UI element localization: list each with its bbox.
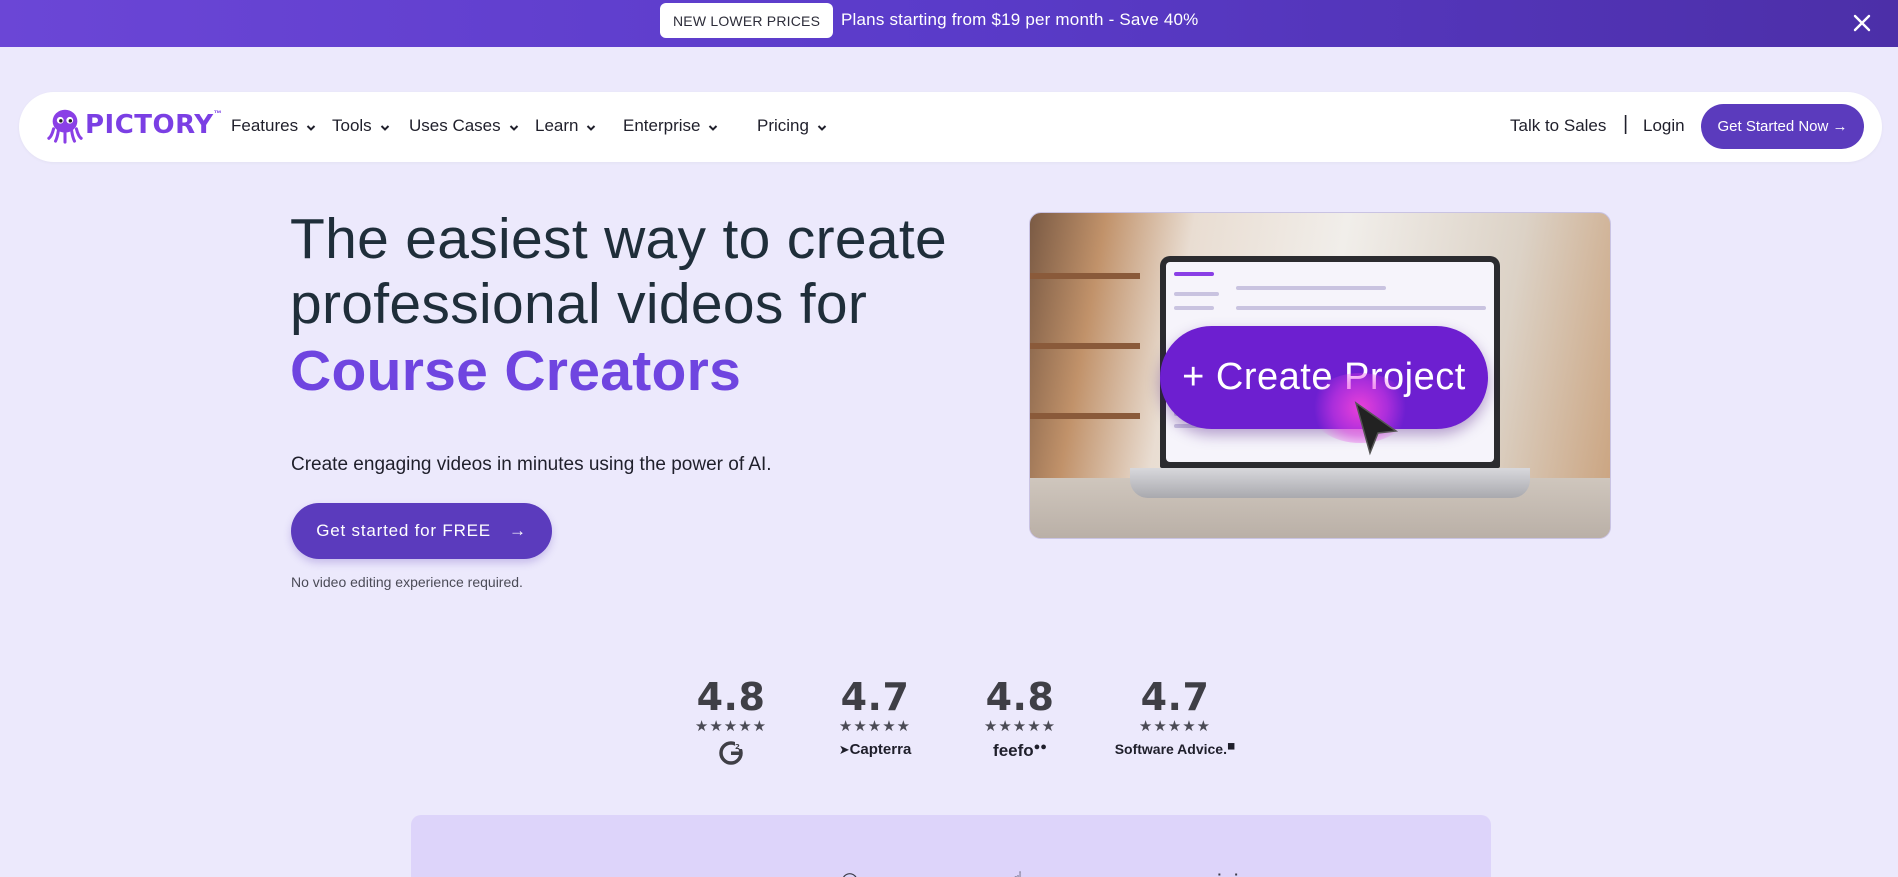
svg-text:2: 2 xyxy=(735,743,740,751)
dots-icon: ⁘⁘ xyxy=(1211,867,1245,877)
nav-item-use-cases[interactable]: Uses Cases xyxy=(409,116,519,136)
software-advice-logo: Software Advice.◼ xyxy=(1100,741,1250,757)
pictory-logo[interactable]: PICTORY ™ xyxy=(46,106,222,144)
rating-score: 4.7 xyxy=(840,675,910,719)
brand-name: feefo xyxy=(993,741,1034,760)
octopus-logo-icon xyxy=(47,109,83,144)
ui-line xyxy=(1174,306,1214,310)
arrow-right-icon: → xyxy=(508,521,527,540)
chevron-down-icon xyxy=(306,125,316,131)
star-rating-icon: ★★★★★ xyxy=(694,718,768,735)
nav-item-features[interactable]: Features xyxy=(231,116,316,136)
nav-item-learn[interactable]: Learn xyxy=(535,116,596,136)
capterra-arrow-icon: ➤ xyxy=(838,742,850,757)
cta-label: Get started for FREE xyxy=(316,521,491,540)
get-started-free-button[interactable]: Get started for FREE → xyxy=(291,503,552,559)
ui-line xyxy=(1236,306,1486,310)
hero-title-line-2: professional videos for xyxy=(290,272,868,336)
nav-item-tools[interactable]: Tools xyxy=(332,116,390,136)
rating-software-advice[interactable]: 4.7 ★★★★★ Software Advice.◼ xyxy=(1100,675,1250,757)
hero-title: The easiest way to create professional v… xyxy=(290,207,1010,404)
rating-score: 4.8 xyxy=(985,675,1055,719)
star-rating-icon: ★★★★★ xyxy=(1138,718,1212,735)
nav-item-label: Tools xyxy=(332,116,372,135)
chevron-down-icon xyxy=(587,125,596,131)
feature-panel: ◠ ☝ ⁘⁘ xyxy=(411,815,1491,877)
ui-line xyxy=(1174,272,1214,276)
announcement-banner: NEW LOWER PRICES Plans starting from $19… xyxy=(0,0,1898,47)
hero-subtitle: Create engaging videos in minutes using … xyxy=(291,454,772,475)
rating-g2[interactable]: 4.8 ★★★★★ 2 xyxy=(676,675,786,769)
nav-item-enterprise[interactable]: Enterprise xyxy=(623,116,718,136)
close-icon[interactable] xyxy=(1848,9,1876,37)
get-started-now-button[interactable]: Get Started Now → xyxy=(1701,104,1864,149)
shelf-decoration xyxy=(1030,273,1140,279)
banner-text[interactable]: Plans starting from $19 per month - Save… xyxy=(841,10,1198,30)
rating-score: 4.7 xyxy=(1140,675,1210,719)
rating-capterra[interactable]: 4.7 ★★★★★ ➤Capterra xyxy=(820,675,930,758)
nav-item-label: Features xyxy=(231,116,299,135)
nav-item-pricing[interactable]: Pricing xyxy=(757,116,827,136)
ui-line xyxy=(1236,286,1386,290)
g2-icon: 2 xyxy=(719,741,743,765)
chevron-down-icon xyxy=(817,125,827,131)
hero-title-line-1: The easiest way to create xyxy=(290,207,947,271)
laptop-base xyxy=(1130,468,1530,498)
hero-title-accent: Course Creators xyxy=(290,339,742,403)
trademark-mark: ™ xyxy=(213,108,222,118)
nav-item-label: Uses Cases xyxy=(409,116,501,135)
brand-name: Software Advice. xyxy=(1114,741,1227,757)
rating-score: 4.8 xyxy=(696,675,766,719)
feefo-logo: feefo●● xyxy=(965,741,1075,761)
hero-note: No video editing experience required. xyxy=(291,574,523,590)
talk-to-sales-link[interactable]: Talk to Sales xyxy=(1510,116,1606,136)
nav-item-label: Pricing xyxy=(757,116,809,135)
logo-wordmark: PICTORY xyxy=(85,110,214,140)
rating-feefo[interactable]: 4.8 ★★★★★ feefo●● xyxy=(965,675,1075,761)
g2-logo: 2 xyxy=(676,741,786,769)
ui-line xyxy=(1174,292,1219,296)
speech-bubble-icon: ◼ xyxy=(1226,741,1236,752)
chevron-down-icon xyxy=(380,125,389,131)
login-link[interactable]: Login xyxy=(1643,116,1685,136)
shelf-decoration xyxy=(1030,413,1140,419)
nav-item-label: Enterprise xyxy=(623,116,701,135)
banner-badge[interactable]: NEW LOWER PRICES xyxy=(660,3,834,38)
mouse-pointer-icon xyxy=(1354,401,1399,456)
shelf-decoration xyxy=(1030,343,1140,349)
main-nav: PICTORY ™ Features Tools Uses Cases Lear… xyxy=(19,92,1882,162)
brand-name: Capterra xyxy=(849,741,912,758)
star-rating-icon: ★★★★★ xyxy=(983,718,1057,735)
hand-icon: ☝ xyxy=(1011,867,1023,877)
circle-icon: ◠ xyxy=(841,867,858,877)
nav-item-label: Learn xyxy=(535,116,579,135)
chevron-down-icon xyxy=(509,125,518,131)
star-rating-icon: ★★★★★ xyxy=(838,718,912,735)
capterra-logo: ➤Capterra xyxy=(820,741,930,758)
chevron-down-icon xyxy=(709,125,718,131)
nav-separator: | xyxy=(1623,113,1629,135)
feefo-eyes-icon: ●● xyxy=(1033,741,1047,753)
hero-video-preview[interactable]: + Create Project xyxy=(1029,212,1611,539)
